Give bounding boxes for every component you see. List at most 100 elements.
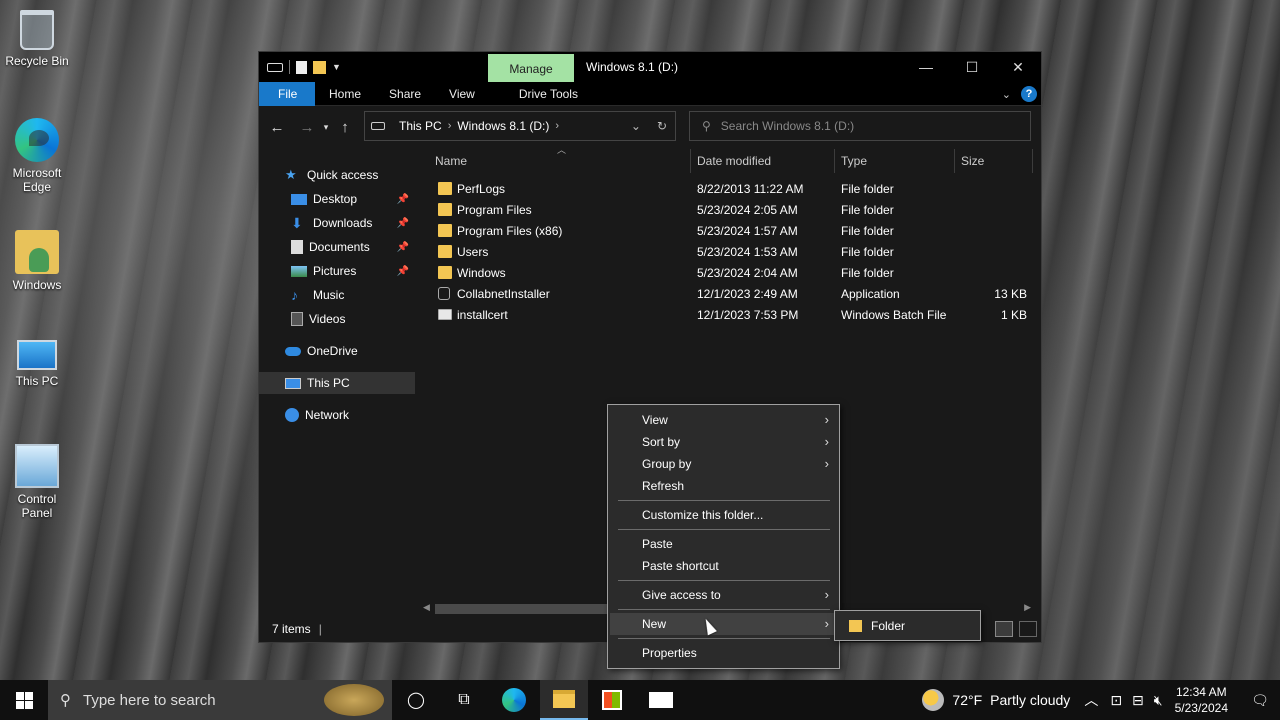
submenu-item-folder[interactable]: Folder xyxy=(871,619,905,633)
large-icons-view-icon[interactable] xyxy=(1019,621,1037,637)
nav-item-videos[interactable]: Videos xyxy=(259,308,415,330)
menu-item-group-by[interactable]: Group by › xyxy=(610,453,837,475)
volume-muted-icon[interactable]: 🔇︎ xyxy=(1154,692,1163,709)
table-row[interactable]: Windows 5/23/2024 2:04 AM File folder xyxy=(435,263,1033,284)
cortana-icon[interactable]: ◯ xyxy=(392,680,440,720)
maximize-button[interactable]: ☐ xyxy=(949,52,995,82)
desktop-icon-control-panel[interactable]: Control Panel xyxy=(0,444,74,520)
help-icon[interactable]: ? xyxy=(1021,86,1037,102)
table-row[interactable]: installcert 12/1/2023 7:53 PM Windows Ba… xyxy=(435,305,1033,326)
table-row[interactable]: Program Files 5/23/2024 2:05 AM File fol… xyxy=(435,200,1033,221)
nav-item-documents[interactable]: Documents 📌 xyxy=(259,236,415,258)
details-view-icon[interactable] xyxy=(995,621,1013,637)
manage-tab[interactable]: Manage xyxy=(488,54,574,82)
column-header-type[interactable]: Type xyxy=(841,149,867,173)
notification-icon[interactable]: 🗨︎ xyxy=(1240,692,1280,709)
close-button[interactable]: ✕ xyxy=(995,52,1041,82)
tab-view[interactable]: View xyxy=(435,82,489,106)
pin-icon[interactable]: 📌 xyxy=(397,242,409,253)
tab-home[interactable]: Home xyxy=(315,82,375,106)
scroll-left-icon[interactable]: ◀ xyxy=(423,602,430,613)
properties-icon[interactable] xyxy=(296,60,307,74)
table-row[interactable]: PerfLogs 8/22/2013 11:22 AM File folder xyxy=(435,179,1033,200)
taskbar-search[interactable]: ⚲ Type here to search xyxy=(48,680,392,720)
breadcrumb-this-pc[interactable]: This PC xyxy=(399,119,442,133)
new-folder-icon[interactable] xyxy=(313,60,326,74)
customize-toolbar-icon[interactable]: ▼ xyxy=(332,62,341,72)
column-header-size[interactable]: Size xyxy=(961,149,984,173)
menu-item-customize-folder[interactable]: Customize this folder... xyxy=(610,504,837,526)
desktop-icon-recycle-bin[interactable]: Recycle Bin xyxy=(0,10,74,68)
scroll-right-icon[interactable]: ▶ xyxy=(1024,602,1031,613)
pin-icon[interactable]: 📌 xyxy=(397,194,409,205)
taskbar-store[interactable] xyxy=(588,680,636,720)
pin-icon[interactable]: 📌 xyxy=(397,218,409,229)
chevron-right-icon[interactable]: › xyxy=(555,120,559,132)
breadcrumb-drive[interactable]: Windows 8.1 (D:) xyxy=(457,119,549,133)
table-row[interactable]: Program Files (x86) 5/23/2024 1:57 AM Fi… xyxy=(435,221,1033,242)
nav-item-music[interactable]: ♪ Music xyxy=(259,284,415,306)
expand-ribbon-icon[interactable]: ⌄ xyxy=(1002,88,1011,101)
refresh-icon[interactable]: ↻ xyxy=(657,119,667,133)
tab-share[interactable]: Share xyxy=(375,82,435,106)
nav-item-onedrive[interactable]: OneDrive xyxy=(259,340,415,362)
recent-locations-icon[interactable]: ▾ xyxy=(319,122,333,133)
minimize-button[interactable]: — xyxy=(903,52,949,82)
computer-icon xyxy=(17,340,57,370)
chevron-down-icon[interactable]: ⌄ xyxy=(631,119,641,133)
network-icon[interactable]: ⊟ xyxy=(1132,692,1144,709)
column-divider[interactable] xyxy=(690,149,691,173)
item-count: 7 items xyxy=(272,622,311,636)
forward-arrow-icon[interactable]: → xyxy=(295,119,319,136)
column-header-name[interactable]: Name xyxy=(435,149,467,173)
search-box[interactable]: ⚲ Search Windows 8.1 (D:) xyxy=(689,111,1031,141)
nav-item-label: This PC xyxy=(307,376,350,390)
menu-item-sort-by[interactable]: Sort by › xyxy=(610,431,837,453)
taskbar-mail[interactable] xyxy=(637,680,685,720)
column-header-date[interactable]: Date modified xyxy=(697,149,771,173)
nav-item-downloads[interactable]: ⬇ Downloads 📌 xyxy=(259,212,415,234)
table-row[interactable]: Users 5/23/2024 1:53 AM File folder xyxy=(435,242,1033,263)
back-arrow-icon[interactable]: ← xyxy=(265,119,289,136)
meet-now-icon[interactable]: ⊡ xyxy=(1110,692,1122,709)
desktop-icon-this-pc[interactable]: This PC xyxy=(0,332,74,388)
chevron-right-icon: › xyxy=(824,412,829,427)
desktop-icon-edge[interactable]: Microsoft Edge xyxy=(0,118,74,194)
chevron-right-icon[interactable]: › xyxy=(448,120,452,132)
show-hidden-icons-icon[interactable]: ︿ xyxy=(1084,690,1098,710)
menu-item-properties[interactable]: Properties xyxy=(610,642,837,664)
start-button[interactable] xyxy=(0,680,48,720)
nav-item-quick-access[interactable]: ★ Quick access xyxy=(259,164,415,186)
weather-desc[interactable]: Partly cloudy xyxy=(990,692,1070,708)
menu-item-view[interactable]: View › xyxy=(610,409,837,431)
up-arrow-icon[interactable]: ↑ xyxy=(333,119,357,136)
nav-item-pictures[interactable]: Pictures 📌 xyxy=(259,260,415,282)
nav-item-desktop[interactable]: Desktop 📌 xyxy=(259,188,415,210)
nav-item-this-pc[interactable]: This PC xyxy=(259,372,415,394)
menu-item-give-access-to[interactable]: Give access to › xyxy=(610,584,837,606)
weather-temp[interactable]: 72°F xyxy=(952,692,982,708)
pictures-icon xyxy=(291,265,307,277)
menu-item-paste[interactable]: Paste xyxy=(610,533,837,555)
taskbar-file-explorer[interactable] xyxy=(540,680,588,720)
task-view-icon[interactable]: ⧉ xyxy=(440,680,488,720)
column-divider[interactable] xyxy=(1032,149,1033,173)
folder-icon xyxy=(438,182,452,195)
tab-drive-tools[interactable]: Drive Tools xyxy=(489,82,592,106)
column-divider[interactable] xyxy=(954,149,955,173)
chevron-right-icon: › xyxy=(824,434,829,449)
address-bar[interactable]: This PC › Windows 8.1 (D:) › ⌄ ↻ xyxy=(364,111,676,141)
menu-item-new[interactable]: New › xyxy=(610,613,837,635)
tab-file[interactable]: File xyxy=(259,81,315,106)
weather-icon[interactable] xyxy=(922,689,945,711)
desktop-icon-windows[interactable]: Windows xyxy=(0,230,74,292)
scrollbar-thumb[interactable] xyxy=(435,604,625,614)
pin-icon[interactable]: 📌 xyxy=(397,266,409,277)
nav-item-network[interactable]: Network xyxy=(259,404,415,426)
menu-item-refresh[interactable]: Refresh xyxy=(610,475,837,497)
column-divider[interactable] xyxy=(834,149,835,173)
table-row[interactable]: CollabnetInstaller 12/1/2023 2:49 AM App… xyxy=(435,284,1033,305)
taskbar-edge[interactable] xyxy=(490,680,538,720)
clock[interactable]: 12:34 AM 5/23/2024 xyxy=(1175,684,1228,716)
menu-item-paste-shortcut[interactable]: Paste shortcut xyxy=(610,555,837,577)
